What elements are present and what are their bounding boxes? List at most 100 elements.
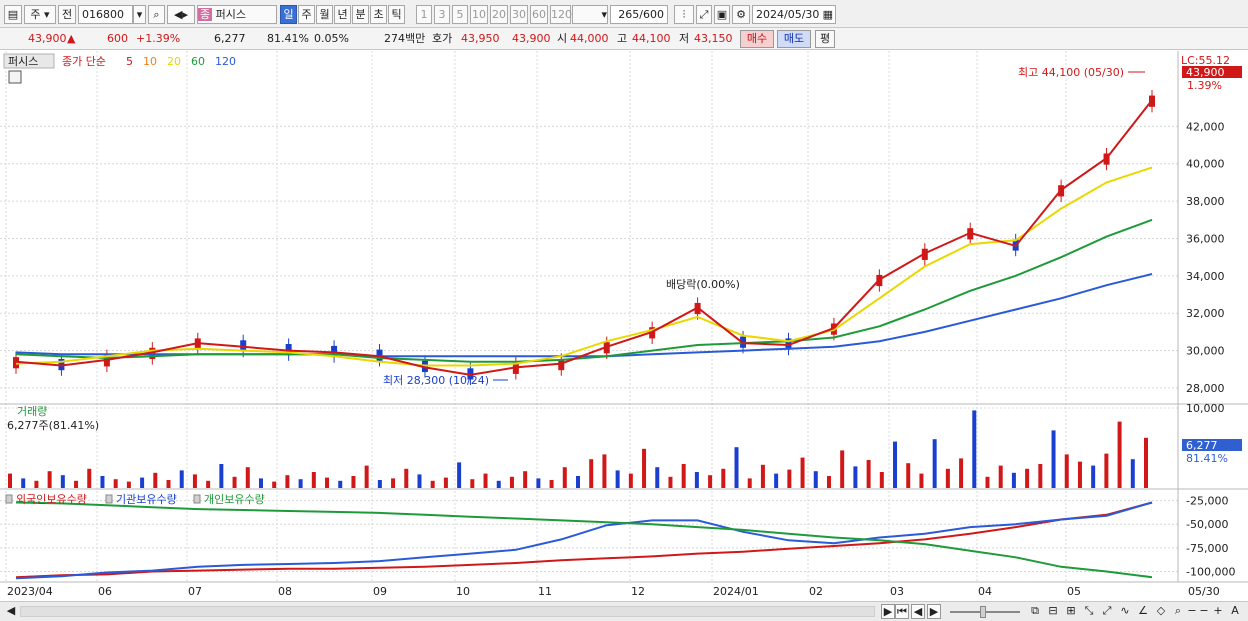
volume-bar xyxy=(1117,421,1122,488)
interval-button[interactable]: 60 xyxy=(530,5,548,24)
scroll-track[interactable] xyxy=(20,606,875,617)
volume-bar xyxy=(562,467,567,488)
volume-bar xyxy=(338,480,343,488)
flat-button[interactable]: 평 xyxy=(815,30,835,48)
candle-icon[interactable]: ⫶ xyxy=(674,5,694,24)
period-button[interactable]: 초 xyxy=(370,5,387,24)
period-button[interactable]: 분 xyxy=(352,5,369,24)
x-tick-label: 2024/01 xyxy=(713,585,759,598)
legend-ma-label: 120 xyxy=(215,55,236,68)
nav-next-icon[interactable]: ▶ xyxy=(881,604,895,619)
draw-tool-icon[interactable]: ⤢ xyxy=(696,5,712,24)
high-annotation: 최고 44,100 (05/30) xyxy=(1018,66,1124,79)
chart-toolbar: ▤ 주 ▾ 전 016800 ▾ ⌕ ◀▸ 종 퍼시스 일주월년분초틱 1351… xyxy=(0,0,1248,28)
volume-bar xyxy=(21,478,26,488)
count-field[interactable]: 265/600 xyxy=(610,5,668,24)
stock-name-field[interactable]: 종 퍼시스 xyxy=(197,5,277,24)
volume-bar xyxy=(8,473,12,488)
volume-bar xyxy=(536,478,541,488)
scroll-bar: ◀ ▶ ⏮ ◀ ▶ ⧉ ⊟ ⊞ ⤡ ⤢ ∿ ∠ ◇ ⌕ − − + A xyxy=(0,601,1248,621)
type-select[interactable]: 주 ▾ xyxy=(24,5,56,24)
search-icon[interactable]: ⌕ xyxy=(148,5,165,24)
volume-bar xyxy=(47,471,52,488)
interval-button[interactable]: 3 xyxy=(434,5,450,24)
period-button[interactable]: 년 xyxy=(334,5,351,24)
volume-bar xyxy=(668,476,673,488)
volume-ratio: 81.41% xyxy=(267,32,309,45)
magnifier-icon[interactable]: ⌕ xyxy=(1170,604,1186,619)
up-arrow-icon: ▲ xyxy=(67,32,76,45)
save-icon[interactable]: ▣ xyxy=(714,5,730,24)
buy-button[interactable]: 매수 xyxy=(740,30,774,48)
x-tick-label: 07 xyxy=(188,585,202,598)
compare-icon[interactable]: ⊞ xyxy=(1062,604,1080,619)
font-size-icon[interactable]: A xyxy=(1228,604,1242,619)
chevron-down-icon[interactable]: ▾ xyxy=(133,5,146,24)
volume-bar xyxy=(140,477,145,488)
pattern-tool-icon[interactable]: ◇ xyxy=(1152,604,1170,619)
nav-prev-icon[interactable]: ◀ xyxy=(911,604,925,619)
layout-icon[interactable]: ⊟ xyxy=(1044,604,1062,619)
period-button[interactable]: 월 xyxy=(316,5,333,24)
volume-bar xyxy=(998,465,1003,488)
line-tool-icon[interactable]: ⤡ xyxy=(1080,604,1098,619)
nav-play-icon[interactable]: ▶ xyxy=(927,604,941,619)
volume-bar xyxy=(906,463,911,488)
legend-swatch xyxy=(5,494,13,504)
volume-bar xyxy=(113,479,118,488)
wave-tool-icon[interactable]: ∿ xyxy=(1116,604,1134,619)
gear-icon[interactable]: ⚙ xyxy=(732,5,750,24)
interval-button[interactable]: 1 xyxy=(416,5,432,24)
chart-background xyxy=(0,51,1248,601)
copy-icon[interactable]: ⧉ xyxy=(1026,604,1044,619)
volume-bar xyxy=(642,448,647,488)
zoom-in-icon[interactable]: + xyxy=(1212,604,1224,619)
interval-button[interactable]: 5 xyxy=(452,5,468,24)
speaker-icon[interactable]: ◀▸ xyxy=(167,5,195,24)
menu-icon[interactable]: ▤ xyxy=(4,5,22,24)
volume-bar xyxy=(576,476,580,488)
volume-bar xyxy=(430,480,435,488)
angle-tool-icon[interactable]: ∠ xyxy=(1134,604,1152,619)
period-button[interactable]: 틱 xyxy=(388,5,405,24)
zoom-out-icon[interactable]: − xyxy=(1186,604,1198,619)
sell-button[interactable]: 매도 xyxy=(777,30,811,48)
volume-bar xyxy=(985,476,990,488)
code-input[interactable]: 016800 xyxy=(78,5,133,24)
volume-bar xyxy=(800,457,805,488)
holder-legend-label: 개인보유수량 xyxy=(204,493,265,506)
chevron-down-icon: ▾ xyxy=(44,8,50,21)
high-label: 고 xyxy=(617,32,628,45)
interval-button[interactable]: 20 xyxy=(490,5,508,24)
open-price: 44,000 xyxy=(570,32,609,45)
zoom-fit-icon[interactable]: − xyxy=(1198,604,1210,619)
prev-button[interactable]: 전 xyxy=(58,5,76,24)
nav-first-icon[interactable]: ⏮ xyxy=(895,604,909,619)
count-select[interactable]: ▾ xyxy=(572,5,608,24)
legend-ma-label: 60 xyxy=(191,55,205,68)
period-button[interactable]: 일 xyxy=(280,5,297,24)
interval-button[interactable]: 30 xyxy=(510,5,528,24)
x-tick-label: 05/30 xyxy=(1188,585,1220,598)
quote-bar: 43,900 ▲ 600 +1.39% 6,277 81.41% 0.05% 2… xyxy=(0,28,1248,50)
x-tick-label: 2023/04 xyxy=(7,585,53,598)
volume-bar xyxy=(959,458,964,488)
table-icon[interactable] xyxy=(8,70,22,84)
zoom-slider-handle[interactable] xyxy=(980,606,986,618)
date-field[interactable]: 2024/05/30 ▦ xyxy=(752,5,836,24)
volume-bar xyxy=(681,464,686,488)
stock-chart[interactable]: 2023/04 06 07 08 09 10 11 12 2024/01 02 03 04 05 05/3… xyxy=(0,51,1248,601)
trend-tool-icon[interactable]: ⤢ xyxy=(1098,604,1116,619)
volume-bar xyxy=(377,480,382,488)
period-button[interactable]: 주 xyxy=(298,5,315,24)
interval-button[interactable]: 10 xyxy=(470,5,488,24)
interval-button[interactable]: 120 xyxy=(550,5,572,24)
volume-bar xyxy=(509,476,514,488)
scroll-left-icon[interactable]: ◀ xyxy=(4,604,18,619)
x-tick-label: 05 xyxy=(1067,585,1081,598)
x-tick-label: 11 xyxy=(538,585,552,598)
dividend-annotation: 배당락(0.00%) xyxy=(666,278,740,291)
change-percent: +1.39% xyxy=(136,32,181,45)
volume-bar xyxy=(866,460,871,488)
volume-last-label: 6,277 xyxy=(1186,439,1218,452)
